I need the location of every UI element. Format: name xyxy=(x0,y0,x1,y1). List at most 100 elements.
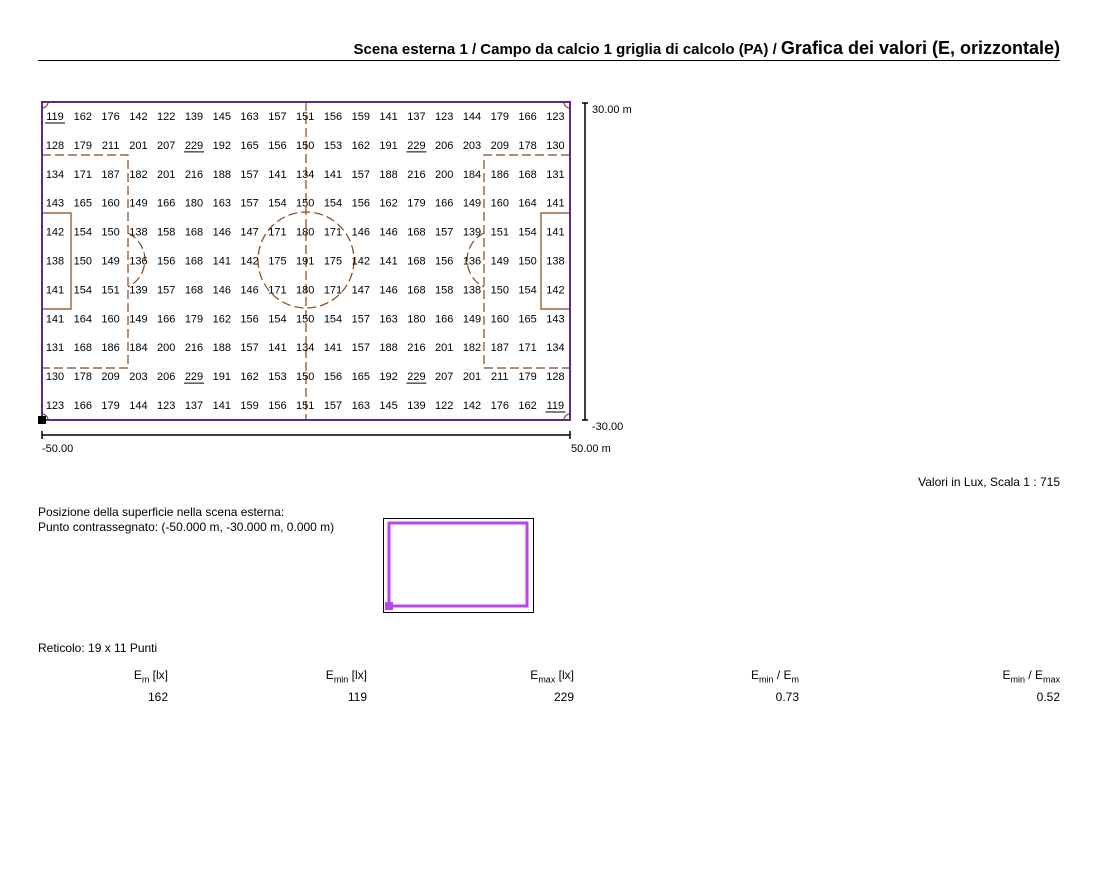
grid-value: 142 xyxy=(463,400,481,412)
grid-value: 158 xyxy=(435,284,453,296)
grid-value: 184 xyxy=(129,342,147,354)
grid-value: 151 xyxy=(101,284,119,296)
grid-value: 141 xyxy=(546,198,564,210)
grid-value: 156 xyxy=(268,400,286,412)
grid-value: 144 xyxy=(463,111,481,123)
grid-value: 162 xyxy=(74,111,92,123)
x-axis-left-label: -50.00 xyxy=(42,443,74,455)
grid-value: 149 xyxy=(491,256,509,268)
grid-value: 160 xyxy=(491,198,509,210)
grid-value: 154 xyxy=(324,198,342,210)
marked-point: Punto contrassegnato: (-50.000 m, -30.00… xyxy=(38,520,335,534)
grid-value: 122 xyxy=(435,400,453,412)
grid-value: 147 xyxy=(240,227,258,239)
grid-value: 207 xyxy=(435,371,453,383)
grid-value: 147 xyxy=(352,284,370,296)
grid-value: 188 xyxy=(213,342,231,354)
grid-value: 192 xyxy=(213,140,231,152)
grid-value: 201 xyxy=(435,342,453,354)
grid-value: 191 xyxy=(213,371,231,383)
grid-value: 156 xyxy=(157,256,175,268)
stat-emax-value: 229 xyxy=(553,690,574,704)
grid-value: 206 xyxy=(435,140,453,152)
grid-value: 156 xyxy=(324,111,342,123)
grid-value: 200 xyxy=(157,342,175,354)
grid-value: 142 xyxy=(46,227,64,239)
grid-value: 157 xyxy=(352,169,370,181)
stat-em-value: 162 xyxy=(147,690,168,704)
stat-minmax-header: Emin / Emax xyxy=(1002,668,1060,685)
grid-value: 138 xyxy=(546,256,564,268)
grid-value: 184 xyxy=(463,169,481,181)
grid-value: 142 xyxy=(240,256,258,268)
grid-value: 146 xyxy=(213,284,231,296)
stat-minmax-value: 0.52 xyxy=(1036,690,1060,704)
y-axis-bottom-label: -30.00 xyxy=(592,421,624,433)
grid-value: 179 xyxy=(491,111,509,123)
grid-value: 141 xyxy=(546,227,564,239)
grid-value: 157 xyxy=(352,313,370,325)
value-grid-plot: 119 162 176 142 122 139 145 163 157 151 156 159 141 1… xyxy=(38,101,588,439)
grid-value: 186 xyxy=(101,342,119,354)
grid-value: 141 xyxy=(213,256,231,268)
grid-value: 163 xyxy=(240,111,258,123)
grid-value: 176 xyxy=(491,400,509,412)
grid-value: 139 xyxy=(185,111,203,123)
grid-value: 156 xyxy=(240,313,258,325)
grid-value: 141 xyxy=(268,342,286,354)
stat-uniformity-value: 0.73 xyxy=(775,690,799,704)
axis-marks xyxy=(38,102,588,439)
grid-value: 179 xyxy=(74,140,92,152)
grid-value: 146 xyxy=(379,227,397,239)
grid-value: 176 xyxy=(101,111,119,123)
grid-value: 160 xyxy=(491,313,509,325)
grid-value: 142 xyxy=(352,256,370,268)
grid-value: 179 xyxy=(407,198,425,210)
grid-value: 168 xyxy=(407,256,425,268)
grid-value: 216 xyxy=(407,342,425,354)
grid-value: 150 xyxy=(491,284,509,296)
grid-value: 171 xyxy=(74,169,92,181)
y-axis-top-label: 30.00 m xyxy=(592,104,632,116)
grid-value: 143 xyxy=(46,198,64,210)
grid-value: 180 xyxy=(407,313,425,325)
grid-value: 130 xyxy=(546,140,564,152)
grid-value: 165 xyxy=(74,198,92,210)
grid-value: 168 xyxy=(185,256,203,268)
grid-value: 159 xyxy=(240,400,258,412)
grid-value: 166 xyxy=(157,313,175,325)
grid-value: 209 xyxy=(101,371,119,383)
grid-value: 134 xyxy=(296,342,314,354)
grid-value: 229 xyxy=(185,371,203,383)
grid-value: 168 xyxy=(407,284,425,296)
grid-value: 187 xyxy=(491,342,509,354)
grid-value: 165 xyxy=(240,140,258,152)
grid-value: 171 xyxy=(268,227,286,239)
grid-value: 175 xyxy=(324,256,342,268)
grid-value: 122 xyxy=(157,111,175,123)
grid-value: 216 xyxy=(407,169,425,181)
grid-value: 168 xyxy=(74,342,92,354)
grid-value: 141 xyxy=(213,400,231,412)
grid-value: 157 xyxy=(324,400,342,412)
grid-value: 163 xyxy=(352,400,370,412)
grid-value: 166 xyxy=(435,198,453,210)
grid-value: 139 xyxy=(129,284,147,296)
marked-point-square xyxy=(385,602,393,610)
surface-outline xyxy=(387,521,529,608)
grid-value: 192 xyxy=(379,371,397,383)
scale-note: Valori in Lux, Scala 1 : 715 xyxy=(918,475,1060,489)
grid-value: 158 xyxy=(157,227,175,239)
grid-value: 149 xyxy=(463,198,481,210)
grid-value: 179 xyxy=(185,313,203,325)
grid-value: 229 xyxy=(185,140,203,152)
grid-value: 179 xyxy=(518,371,536,383)
grid-value: 162 xyxy=(240,371,258,383)
grid-value: 157 xyxy=(435,227,453,239)
grid-value: 180 xyxy=(296,284,314,296)
grid-value: 191 xyxy=(379,140,397,152)
grid-values: 119 162 176 142 122 139 145 163 157 151 156 159 141 1… xyxy=(45,111,566,413)
stat-emax-header: Emax [lx] xyxy=(530,668,574,685)
grid-value: 131 xyxy=(546,169,564,181)
surface-position-thumbnail xyxy=(383,518,534,613)
